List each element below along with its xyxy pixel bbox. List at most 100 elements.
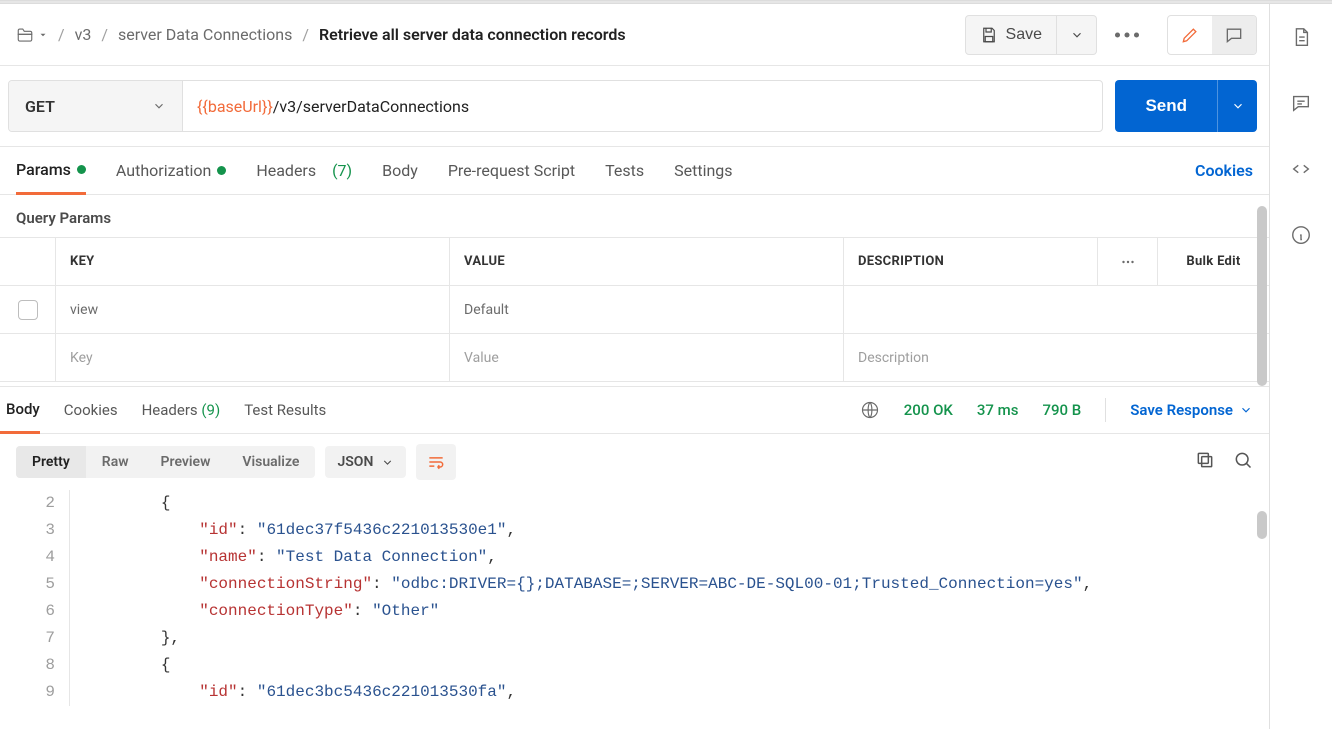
right-rail xyxy=(1270,4,1332,729)
folder-icon xyxy=(16,26,34,44)
breadcrumb-seg[interactable]: server Data Connections xyxy=(118,25,292,44)
status-dot-icon xyxy=(77,165,86,174)
more-actions-button[interactable] xyxy=(1107,15,1147,55)
tab-response-body[interactable]: Body xyxy=(0,388,40,434)
view-toggle xyxy=(1167,15,1257,55)
method-select[interactable]: GET xyxy=(9,81,183,131)
breadcrumb-sep: / xyxy=(58,25,65,44)
breadcrumb-sep: / xyxy=(101,25,108,44)
search-icon xyxy=(1233,450,1253,470)
header-value: VALUE xyxy=(450,238,844,285)
page-title: Retrieve all server data connection reco… xyxy=(319,25,626,44)
seg-visualize[interactable]: Visualize xyxy=(226,446,315,478)
response-status: 200 OK xyxy=(904,401,953,419)
chevron-down-icon xyxy=(1239,403,1253,417)
checkbox-icon xyxy=(18,300,38,320)
param-key-input[interactable]: Key xyxy=(56,334,450,381)
header-row: / v3 / server Data Connections / Retriev… xyxy=(0,4,1269,66)
param-value-input[interactable]: Value xyxy=(450,334,844,381)
save-response-button[interactable]: Save Response xyxy=(1130,401,1253,419)
tab-params[interactable]: Params xyxy=(16,148,86,195)
edit-mode-toggle[interactable] xyxy=(1168,16,1212,54)
scrollbar-thumb[interactable] xyxy=(1257,511,1267,539)
search-button[interactable] xyxy=(1233,450,1253,474)
pencil-icon xyxy=(1180,25,1200,45)
request-tabs: Params Authorization Headers (7) Body Pr… xyxy=(0,147,1269,195)
info-icon xyxy=(1290,224,1312,246)
url-row: GET {{baseUrl}}/v3/serverDataConnections… xyxy=(0,66,1269,147)
header-description: DESCRIPTION xyxy=(844,238,1097,285)
table-header-row: KEY VALUE DESCRIPTION Bulk Edit xyxy=(0,238,1269,286)
param-description-input[interactable]: Description xyxy=(844,334,1269,381)
ellipsis-icon xyxy=(1108,16,1146,54)
breadcrumb: / v3 / server Data Connections / Retriev… xyxy=(16,25,626,44)
status-dot-icon xyxy=(217,166,226,175)
chevron-down-icon xyxy=(1070,28,1084,42)
save-group: Save xyxy=(965,15,1097,55)
scrollbar-thumb[interactable] xyxy=(1257,206,1267,386)
comment-icon xyxy=(1290,92,1312,114)
method-label: GET xyxy=(25,97,55,116)
ellipsis-icon xyxy=(1119,253,1137,271)
response-header-row: Body Cookies Headers (9) Test Results 20… xyxy=(0,386,1269,434)
url-input[interactable]: {{baseUrl}}/v3/serverDataConnections xyxy=(183,81,1102,131)
tab-tests[interactable]: Tests xyxy=(605,147,644,194)
chevron-down-icon xyxy=(152,99,166,113)
caret-down-icon xyxy=(38,30,48,40)
code-snippet-button[interactable] xyxy=(1290,158,1312,184)
chevron-down-icon xyxy=(1231,99,1245,113)
tab-headers[interactable]: Headers (7) xyxy=(256,147,352,194)
seg-preview[interactable]: Preview xyxy=(145,446,227,478)
comment-mode-toggle[interactable] xyxy=(1212,16,1256,54)
param-value[interactable]: Default xyxy=(450,286,844,333)
save-button[interactable]: Save xyxy=(965,15,1057,55)
row-checkbox-cell[interactable] xyxy=(0,286,56,333)
code-gutter: 23456789 xyxy=(0,490,70,706)
wrap-lines-button[interactable] xyxy=(416,444,456,480)
breadcrumb-seg[interactable]: v3 xyxy=(75,25,92,44)
save-dropdown-button[interactable] xyxy=(1057,15,1097,55)
document-icon xyxy=(1290,26,1312,48)
body-view-segments: Pretty Raw Preview Visualize xyxy=(16,446,315,478)
tab-prerequest[interactable]: Pre-request Script xyxy=(448,147,575,194)
docs-button[interactable] xyxy=(1290,26,1312,52)
tab-response-tests[interactable]: Test Results xyxy=(244,387,326,433)
method-url-group: GET {{baseUrl}}/v3/serverDataConnections xyxy=(8,80,1103,132)
section-title-query-params: Query Params xyxy=(0,195,1269,237)
url-path: /v3/serverDataConnections xyxy=(273,97,469,116)
body-toolbar: Pretty Raw Preview Visualize JSON xyxy=(0,434,1269,490)
comment-icon xyxy=(1224,25,1244,45)
table-row: view Default xyxy=(0,286,1269,334)
tab-response-cookies[interactable]: Cookies xyxy=(64,387,118,433)
param-description[interactable] xyxy=(844,286,1269,333)
globe-icon[interactable] xyxy=(860,400,880,420)
param-key[interactable]: view xyxy=(56,286,450,333)
info-button[interactable] xyxy=(1290,224,1312,250)
copy-button[interactable] xyxy=(1195,450,1215,474)
tab-authorization[interactable]: Authorization xyxy=(116,147,226,194)
save-label: Save xyxy=(1006,26,1042,44)
header-key: KEY xyxy=(56,238,450,285)
code-content: { "id": "61dec37f5436c221013530e1", "nam… xyxy=(70,490,1092,706)
response-code-area[interactable]: 23456789 { "id": "61dec37f5436c221013530… xyxy=(0,490,1269,710)
seg-pretty[interactable]: Pretty xyxy=(16,446,86,478)
copy-icon xyxy=(1195,450,1215,470)
cookies-link[interactable]: Cookies xyxy=(1195,161,1253,180)
bulk-edit-button[interactable]: Bulk Edit xyxy=(1157,238,1269,285)
body-format-select[interactable]: JSON xyxy=(325,446,406,478)
url-variable: {{baseUrl}} xyxy=(197,97,273,116)
tab-settings[interactable]: Settings xyxy=(674,147,732,194)
wrap-icon xyxy=(426,452,446,472)
send-button[interactable]: Send xyxy=(1115,80,1217,132)
query-params-table: KEY VALUE DESCRIPTION Bulk Edit view Def… xyxy=(0,237,1269,382)
table-options-button[interactable] xyxy=(1097,238,1157,285)
tab-body[interactable]: Body xyxy=(382,147,418,194)
code-icon xyxy=(1290,158,1312,180)
seg-raw[interactable]: Raw xyxy=(86,446,145,478)
folder-button[interactable] xyxy=(16,26,48,44)
comments-button[interactable] xyxy=(1290,92,1312,118)
tab-response-headers[interactable]: Headers (9) xyxy=(142,387,221,433)
response-time: 37 ms xyxy=(977,401,1019,419)
send-group: Send xyxy=(1115,80,1257,132)
send-dropdown-button[interactable] xyxy=(1217,80,1257,132)
